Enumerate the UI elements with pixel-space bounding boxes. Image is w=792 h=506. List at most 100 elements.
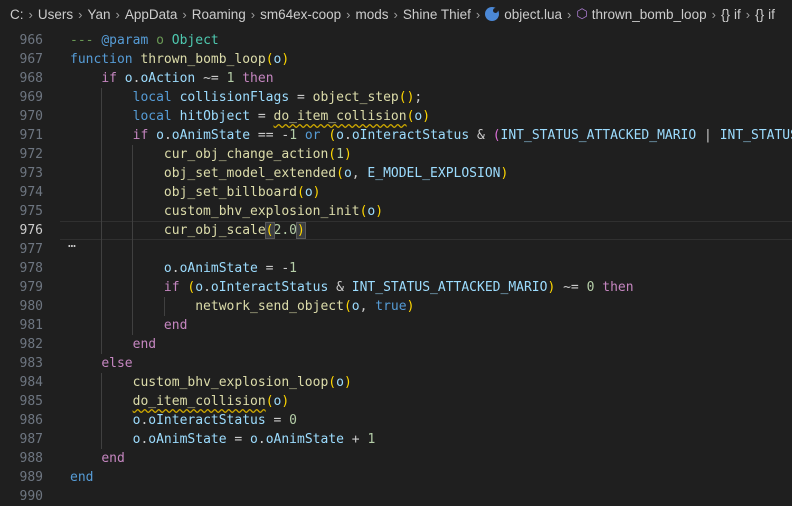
chevron-right-icon: ›	[567, 6, 572, 22]
code-text: local hitObject = do_item_collision(o)	[70, 107, 430, 126]
code-token: hitObject	[179, 109, 251, 124]
code-text: network_send_object(o, true)	[70, 297, 414, 316]
line-number: 988	[19, 451, 43, 466]
chevron-right-icon: ›	[78, 6, 83, 22]
chevron-right-icon: ›	[393, 6, 398, 22]
code-token: ~=	[555, 280, 587, 295]
code-token: .	[171, 261, 180, 276]
breadcrumb-item[interactable]: Shine Thief	[403, 7, 471, 22]
code-editor[interactable]: 966 --- @param o Object 967 function thrown…	[0, 31, 792, 504]
code-token: end	[101, 451, 125, 466]
code-line[interactable]: 989 end	[0, 468, 792, 487]
code-line[interactable]: 986 o.oInteractStatus = 0	[0, 411, 792, 430]
line-number: 979	[19, 280, 43, 295]
code-token: .	[163, 128, 172, 143]
code-line[interactable]: 979 if (o.oInteractStatus & INT_STATUS_A…	[0, 278, 792, 297]
code-line[interactable]: 970 local hitObject = do_item_collision(…	[0, 107, 792, 126]
line-number: 980	[19, 299, 43, 314]
chevron-right-icon: ›	[28, 6, 33, 22]
code-token: |	[696, 128, 720, 143]
code-token: (	[328, 128, 337, 143]
code-line[interactable]: 972 cur_obj_change_action(1)	[0, 145, 792, 164]
code-line[interactable]: 967 function thrown_bomb_loop(o)	[0, 50, 792, 69]
code-token: Object	[171, 33, 219, 48]
code-line[interactable]: 981 end	[0, 316, 792, 335]
code-text: local collisionFlags = object_step();	[70, 88, 423, 107]
breadcrumb-item[interactable]: Yan	[87, 7, 110, 22]
code-token: .	[257, 432, 266, 447]
code-token: (	[265, 52, 274, 67]
code-token: object_step	[312, 90, 399, 105]
code-token: ---	[70, 33, 102, 48]
code-token: 1	[289, 261, 297, 276]
code-line[interactable]: 983 else	[0, 354, 792, 373]
code-line[interactable]: 984 custom_bhv_explosion_loop(o)	[0, 373, 792, 392]
code-token: (	[343, 299, 352, 314]
code-line[interactable]: 969 local collisionFlags = object_step()…	[0, 88, 792, 107]
code-text: if o.oAnimState == -1 or (o.oInteractSta…	[70, 126, 792, 145]
code-line[interactable]: 982 end	[0, 335, 792, 354]
code-token: .	[203, 280, 211, 295]
code-line[interactable]: 987 o.oAnimState = o.oAnimState + 1	[0, 430, 792, 449]
code-text: end	[70, 449, 125, 468]
code-text: obj_set_billboard(o)	[70, 183, 321, 202]
line-number: 975	[19, 204, 43, 219]
code-token: 1	[336, 147, 344, 162]
code-line[interactable]: 974 obj_set_billboard(o)	[0, 183, 792, 202]
chevron-right-icon: ›	[346, 6, 351, 22]
breadcrumb-symbol[interactable]: if	[768, 7, 775, 22]
breadcrumb-file[interactable]: object.lua	[504, 7, 562, 22]
line-number: 985	[19, 394, 43, 409]
breadcrumb-item[interactable]: sm64ex-coop	[260, 7, 341, 22]
line-number: 972	[19, 147, 43, 162]
code-text: end	[70, 468, 93, 487]
line-number: 982	[19, 337, 43, 352]
folded-region-marker[interactable]: …	[68, 234, 76, 253]
code-line[interactable]: 968 if o.oAction ~= 1 then	[0, 69, 792, 88]
code-token: obj_set_model_extended	[163, 166, 337, 181]
code-line[interactable]: 966 --- @param o Object	[0, 31, 792, 50]
line-number: 986	[19, 413, 43, 428]
cube-icon: ⬡	[576, 6, 588, 21]
breadcrumb-item[interactable]: C:	[10, 7, 24, 22]
chevron-right-icon: ›	[115, 6, 120, 22]
code-token: 1	[367, 432, 376, 447]
code-token: @param	[101, 33, 149, 48]
breadcrumb-symbol[interactable]: thrown_bomb_loop	[592, 7, 707, 22]
code-token: ,	[359, 299, 376, 314]
breadcrumb-item[interactable]: AppData	[125, 7, 178, 22]
line-number: 966	[19, 33, 43, 48]
code-token: INT_STATUS_	[719, 128, 792, 143]
code-token: o	[250, 432, 258, 447]
breadcrumb-item[interactable]: Roaming	[192, 7, 246, 22]
code-line[interactable]: 985 do_item_collision(o)	[0, 392, 792, 411]
code-token: o	[343, 166, 352, 181]
code-token: ()	[398, 90, 415, 105]
code-token: thrown_bomb_loop	[140, 52, 266, 67]
code-token: (	[296, 185, 305, 200]
breadcrumb-item[interactable]: mods	[355, 7, 388, 22]
code-token: ;	[414, 90, 423, 105]
code-token: )	[406, 299, 415, 314]
code-line[interactable]: 978 o.oAnimState = -1	[0, 259, 792, 278]
code-line[interactable]: 973 obj_set_model_extended(o, E_MODEL_EX…	[0, 164, 792, 183]
line-number: 984	[19, 375, 43, 390]
code-token: )	[343, 375, 352, 390]
code-token: local	[132, 109, 180, 124]
code-line[interactable]: 988 end	[0, 449, 792, 468]
code-text: if o.oAction ~= 1 then	[70, 69, 273, 88]
breadcrumb-symbol[interactable]: if	[734, 7, 741, 22]
code-line[interactable]: 971 if o.oAnimState == -1 or (o.oInterac…	[0, 126, 792, 145]
code-token: oAction	[140, 71, 196, 86]
code-token: )	[422, 109, 431, 124]
code-line[interactable]: 975 custom_bhv_explosion_init(o)	[0, 202, 792, 221]
breadcrumb-item[interactable]: Users	[38, 7, 73, 22]
code-token: )	[343, 147, 352, 162]
code-token: =	[265, 413, 290, 428]
code-token: oInteractStatus	[148, 413, 266, 428]
code-line[interactable]: 980 network_send_object(o, true)	[0, 297, 792, 316]
